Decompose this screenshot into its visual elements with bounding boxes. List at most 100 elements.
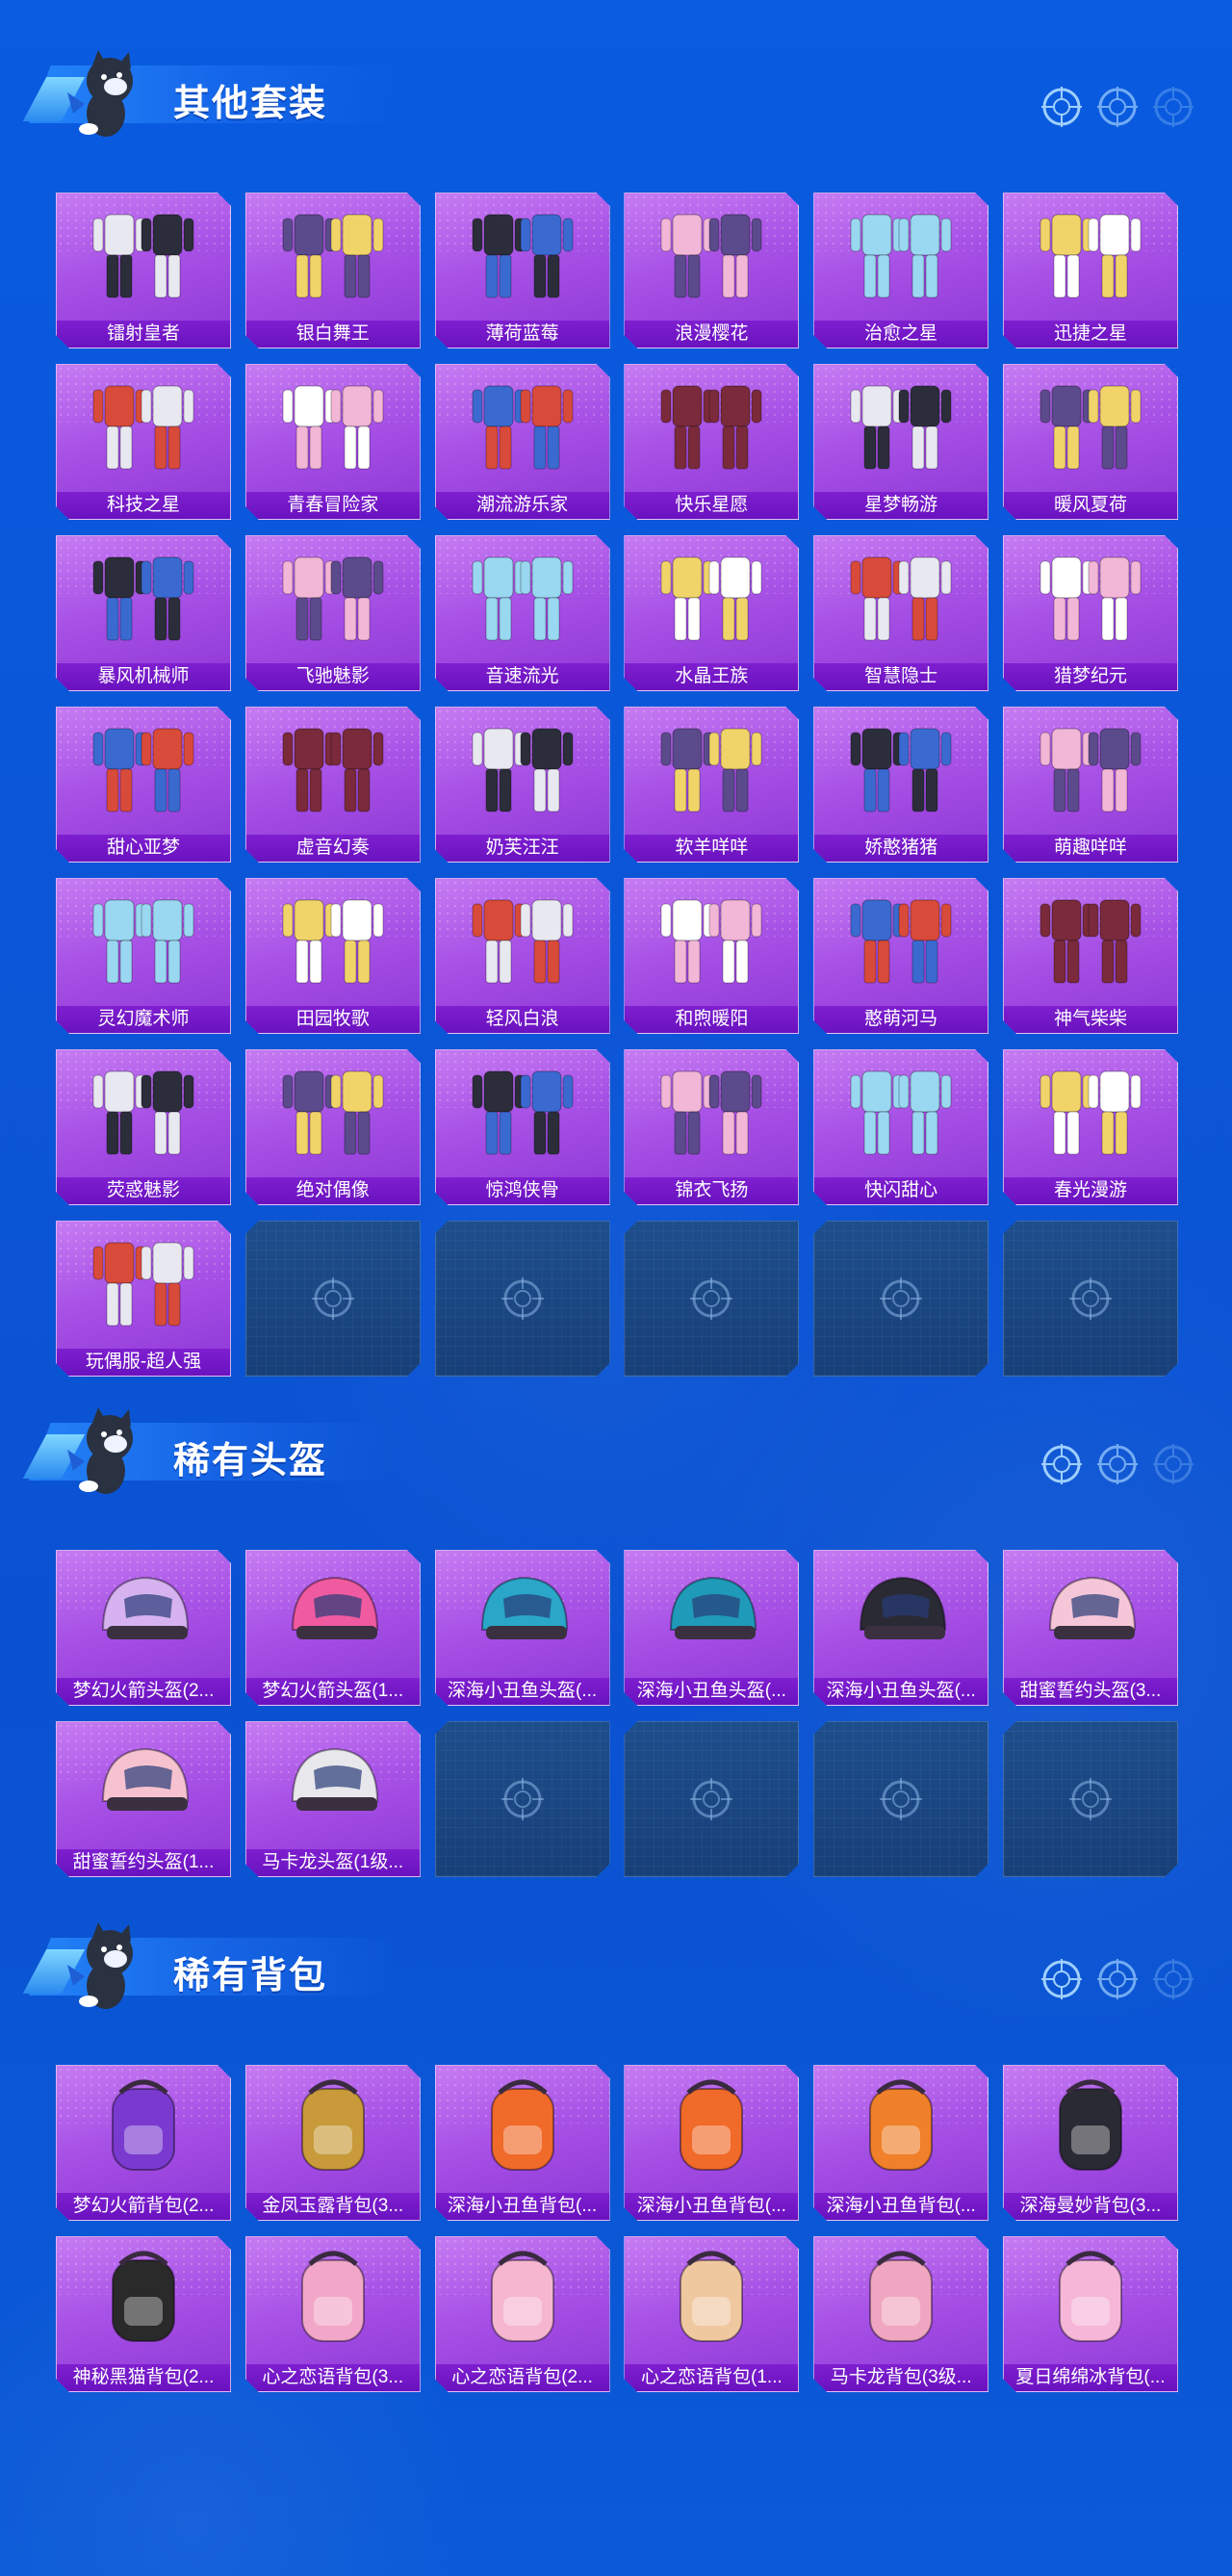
item-card[interactable]: 心之恋语背包(2... [435, 2236, 610, 2392]
item-label: 轻风白浪 [436, 1006, 609, 1033]
item-card[interactable]: 深海曼妙背包(3... [1003, 2065, 1178, 2221]
item-card[interactable]: 梦幻火箭头盔(2... [56, 1550, 231, 1706]
item-card[interactable]: 水晶王族 [624, 535, 799, 691]
crosshair-icon [1153, 1444, 1194, 1484]
item-card[interactable]: 音速流光 [435, 535, 610, 691]
item-card[interactable]: 深海小丑鱼背包(... [813, 2065, 988, 2221]
item-card[interactable]: 镭射皇者 [56, 193, 231, 348]
item-grid: 镭射皇者 银白舞王 薄荷蓝莓 浪漫樱花 治愈之星 迅捷之星 科技之星 青春冒险家… [56, 193, 1176, 1377]
item-image [814, 2237, 988, 2360]
item-label: 软羊咩咩 [625, 835, 798, 862]
item-image [436, 1551, 609, 1674]
item-card[interactable]: 田园牧歌 [245, 878, 421, 1034]
item-label: 薄荷蓝莓 [436, 321, 609, 348]
crosshair-icon [1041, 87, 1082, 127]
item-image [625, 365, 798, 488]
item-card[interactable]: 深海小丑鱼背包(... [435, 2065, 610, 2221]
mascot-icon [67, 1922, 133, 2009]
item-label: 灵幻魔术师 [57, 1006, 230, 1033]
item-card[interactable]: 和煦暖阳 [624, 878, 799, 1034]
item-image [814, 365, 988, 488]
item-card[interactable]: 梦幻火箭背包(2... [56, 2065, 231, 2221]
item-card[interactable]: 深海小丑鱼头盔(... [624, 1550, 799, 1706]
item-card[interactable]: 薄荷蓝莓 [435, 193, 610, 348]
item-card[interactable]: 暖风夏荷 [1003, 364, 1178, 520]
item-label: 夏日绵绵冰背包(... [1004, 2364, 1177, 2391]
item-card[interactable]: 软羊咩咩 [624, 707, 799, 863]
crosshair-icon [501, 1778, 544, 1820]
item-image [625, 536, 798, 659]
item-card[interactable]: 心之恋语背包(1... [624, 2236, 799, 2392]
item-card[interactable]: 玩偶服-超人强 [56, 1221, 231, 1377]
item-card[interactable]: 深海小丑鱼头盔(... [435, 1550, 610, 1706]
crosshair-icon [1041, 1444, 1082, 1484]
item-card[interactable]: 萌趣咩咩 [1003, 707, 1178, 863]
item-card[interactable]: 暴风机械师 [56, 535, 231, 691]
item-image [246, 1050, 420, 1173]
empty-slot [1003, 1221, 1178, 1377]
item-card[interactable]: 马卡龙背包(3级... [813, 2236, 988, 2392]
section-title: 其他套装 [173, 82, 328, 124]
item-card[interactable]: 甜心亚梦 [56, 707, 231, 863]
item-card[interactable]: 科技之星 [56, 364, 231, 520]
item-label: 心之恋语背包(2... [436, 2364, 609, 2391]
item-card[interactable]: 潮流游乐家 [435, 364, 610, 520]
item-card[interactable]: 神秘黑猫背包(2... [56, 2236, 231, 2392]
item-image [436, 708, 609, 831]
item-card[interactable]: 惊鸿侠骨 [435, 1049, 610, 1205]
item-card[interactable]: 甜蜜誓约头盔(3... [1003, 1550, 1178, 1706]
item-label: 梦幻火箭头盔(2... [57, 1678, 230, 1705]
item-image [246, 708, 420, 831]
crosshair-icon [312, 1277, 354, 1320]
item-card[interactable]: 浪漫樱花 [624, 193, 799, 348]
item-card[interactable]: 娇憨猪猪 [813, 707, 988, 863]
item-card[interactable]: 甜蜜誓约头盔(1... [56, 1721, 231, 1877]
item-label: 荧惑魅影 [57, 1177, 230, 1204]
section-title: 稀有背包 [173, 1954, 328, 1996]
item-card[interactable]: 梦幻火箭头盔(1... [245, 1550, 421, 1706]
item-card[interactable]: 心之恋语背包(3... [245, 2236, 421, 2392]
item-card[interactable]: 快闪甜心 [813, 1049, 988, 1205]
item-card[interactable]: 深海小丑鱼头盔(... [813, 1550, 988, 1706]
item-label: 智慧隐士 [814, 663, 988, 690]
item-card[interactable]: 轻风白浪 [435, 878, 610, 1034]
item-card[interactable]: 智慧隐士 [813, 535, 988, 691]
item-card[interactable]: 青春冒险家 [245, 364, 421, 520]
item-label: 青春冒险家 [246, 492, 420, 519]
crosshair-icon [690, 1277, 732, 1320]
item-card[interactable]: 金凤玉露背包(3... [245, 2065, 421, 2221]
item-label: 潮流游乐家 [436, 492, 609, 519]
item-card[interactable]: 灵幻魔术师 [56, 878, 231, 1034]
item-label: 虚音幻奏 [246, 835, 420, 862]
item-label: 马卡龙头盔(1级... [246, 1849, 420, 1876]
item-image [246, 193, 420, 317]
item-card[interactable]: 猎梦纪元 [1003, 535, 1178, 691]
item-card[interactable]: 荧惑魅影 [56, 1049, 231, 1205]
item-card[interactable]: 飞驰魅影 [245, 535, 421, 691]
item-card[interactable]: 治愈之星 [813, 193, 988, 348]
item-card[interactable]: 夏日绵绵冰背包(... [1003, 2236, 1178, 2392]
item-card[interactable]: 星梦畅游 [813, 364, 988, 520]
item-card[interactable]: 神气柴柴 [1003, 878, 1178, 1034]
item-image [1004, 879, 1177, 1002]
item-card[interactable]: 春光漫游 [1003, 1049, 1178, 1205]
item-image [1004, 2066, 1177, 2189]
item-card[interactable]: 绝对偶像 [245, 1049, 421, 1205]
item-card[interactable]: 银白舞王 [245, 193, 421, 348]
item-card[interactable]: 憨萌河马 [813, 878, 988, 1034]
item-label: 科技之星 [57, 492, 230, 519]
item-image [814, 1050, 988, 1173]
item-card[interactable]: 深海小丑鱼背包(... [624, 2065, 799, 2221]
item-card[interactable]: 马卡龙头盔(1级... [245, 1721, 421, 1877]
item-image [1004, 1050, 1177, 1173]
item-label: 迅捷之星 [1004, 321, 1177, 348]
item-label: 深海小丑鱼背包(... [436, 2193, 609, 2220]
item-card[interactable]: 锦衣飞扬 [624, 1049, 799, 1205]
item-card[interactable]: 快乐星愿 [624, 364, 799, 520]
item-image [625, 2237, 798, 2360]
item-label: 水晶王族 [625, 663, 798, 690]
item-label: 深海小丑鱼头盔(... [814, 1678, 988, 1705]
item-card[interactable]: 迅捷之星 [1003, 193, 1178, 348]
item-card[interactable]: 虚音幻奏 [245, 707, 421, 863]
item-card[interactable]: 奶芙汪汪 [435, 707, 610, 863]
